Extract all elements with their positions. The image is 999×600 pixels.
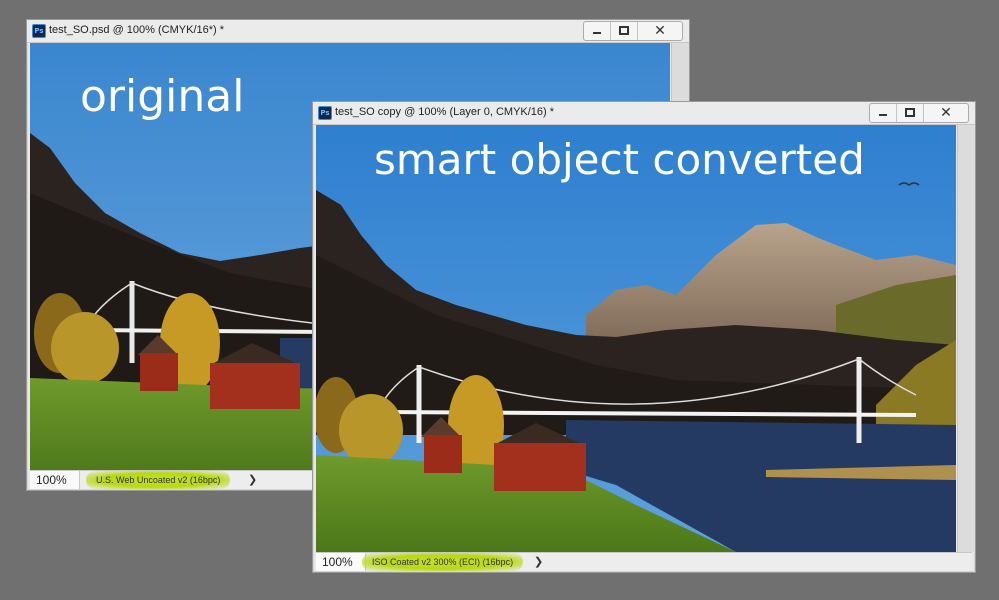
maximize-icon [619, 26, 629, 35]
zoom-level[interactable]: 100% [30, 471, 80, 489]
close-button[interactable]: ✕ [924, 104, 968, 122]
window-title: test_SO.psd @ 100% (CMYK/16*) * [49, 24, 225, 36]
status-arrow-icon[interactable]: ❯ [248, 471, 257, 489]
overlay-label: smart object converted [374, 135, 865, 184]
maximize-button[interactable] [897, 104, 924, 122]
vertical-scrollbar[interactable] [957, 125, 975, 552]
maximize-button[interactable] [611, 22, 638, 40]
close-icon: ✕ [940, 105, 952, 121]
minimize-icon [879, 114, 887, 116]
document-window-converted[interactable]: Ps test_SO copy @ 100% (Layer 0, CMYK/16… [312, 101, 976, 573]
window-controls: ✕ [869, 103, 969, 123]
minimize-button[interactable] [870, 104, 897, 122]
photoshop-icon: Ps [32, 24, 46, 38]
window-controls: ✕ [583, 21, 683, 41]
minimize-icon [593, 32, 601, 34]
status-arrow-icon[interactable]: ❯ [534, 553, 543, 571]
color-profile[interactable]: U.S. Web Uncoated v2 (16bpc) [86, 471, 231, 489]
zoom-level[interactable]: 100% [316, 553, 366, 571]
title-bar[interactable]: Ps test_SO.psd @ 100% (CMYK/16*) * ✕ [27, 20, 689, 43]
maximize-icon [905, 108, 915, 117]
landscape-photo [316, 125, 956, 552]
image-canvas[interactable]: smart object converted [316, 125, 956, 552]
close-icon: ✕ [654, 23, 666, 39]
overlay-label: original [80, 71, 245, 122]
photoshop-icon: Ps [318, 106, 332, 120]
status-bar: 100% ISO Coated v2 300% (ECI) (16bpc) ❯ [316, 552, 972, 571]
color-profile[interactable]: ISO Coated v2 300% (ECI) (16bpc) [362, 553, 524, 571]
title-bar[interactable]: Ps test_SO copy @ 100% (Layer 0, CMYK/16… [313, 102, 975, 125]
minimize-button[interactable] [584, 22, 611, 40]
window-title: test_SO copy @ 100% (Layer 0, CMYK/16) * [335, 106, 555, 118]
close-button[interactable]: ✕ [638, 22, 682, 40]
